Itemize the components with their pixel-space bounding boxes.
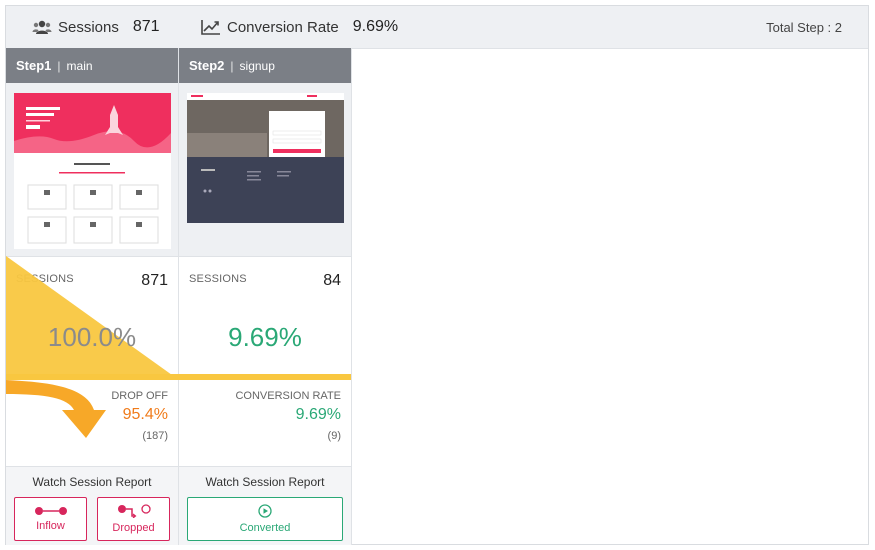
- step-sessions: SESSIONS 871: [6, 256, 178, 372]
- page-thumbnail-area: [6, 83, 178, 256]
- conversion-count: (9): [327, 430, 341, 442]
- converted-button[interactable]: Converted: [187, 497, 343, 541]
- sessions-count: 84: [323, 272, 341, 289]
- drop-off-percent: 95.4%: [122, 406, 168, 423]
- dropped-icon: [117, 504, 151, 518]
- session-report-section: Watch Session Report Converted: [179, 466, 351, 545]
- total-step-count: Total Step : 2: [766, 19, 842, 35]
- drop-off-metric: DROP OFF 95.4% (187): [6, 378, 178, 466]
- step-sessions: SESSIONS 84: [179, 256, 351, 372]
- step-label: Step2: [189, 58, 225, 73]
- inflow-icon: [34, 507, 67, 515]
- step-header: Step2 | signup: [179, 48, 351, 83]
- conversion-summary-value: 9.69%: [352, 18, 399, 35]
- conversion-summary-label: Conversion Rate: [227, 18, 339, 36]
- sessions-label: SESSIONS: [16, 273, 74, 285]
- session-report-section: Watch Session Report Inflow Dropped: [6, 466, 178, 545]
- inflow-button[interactable]: Inflow: [14, 497, 87, 541]
- inflow-button-label: Inflow: [36, 520, 65, 532]
- sessions-summary-value: 871: [132, 18, 160, 35]
- session-report-title: Watch Session Report: [32, 475, 152, 489]
- sessions-count: 871: [141, 272, 168, 289]
- conversion-summary: Conversion Rate 9.69%: [201, 6, 398, 48]
- step-label: Step1: [16, 58, 52, 73]
- drop-off-count: (187): [142, 430, 168, 442]
- page-thumbnail-area: [179, 83, 351, 256]
- conversion-rate-metric: CONVERSION RATE 9.69% (9): [179, 378, 351, 466]
- step-page-name: main: [66, 58, 93, 73]
- page-thumbnail-signup[interactable]: [187, 93, 344, 223]
- play-circle-icon: [258, 504, 272, 518]
- dropped-button[interactable]: Dropped: [97, 497, 170, 541]
- session-report-title: Watch Session Report: [205, 475, 325, 489]
- step-page-name: signup: [239, 58, 275, 73]
- step-column-1: Step1 | main SESSIONS 871 DROP OFF 95.4%…: [6, 48, 179, 545]
- sessions-label: SESSIONS: [189, 273, 247, 285]
- funnel-report-panel: Sessions 871 Conversion Rate 9.69% Total…: [5, 5, 869, 545]
- converted-button-label: Converted: [239, 522, 291, 534]
- page-thumbnail-main[interactable]: [14, 93, 171, 249]
- drop-off-label: DROP OFF: [111, 390, 168, 402]
- header-divider: |: [57, 58, 61, 73]
- header-divider: |: [230, 58, 234, 73]
- conversion-rate-percent: 9.69%: [295, 406, 341, 423]
- conversion-rate-label: CONVERSION RATE: [235, 390, 341, 402]
- dropped-button-label: Dropped: [112, 522, 155, 534]
- sessions-summary-label: Sessions: [58, 18, 119, 36]
- trend-chart-icon: [201, 20, 220, 35]
- users-icon: [32, 20, 52, 34]
- sessions-summary: Sessions 871: [32, 6, 160, 48]
- step-column-2: Step2 | signup SESSIONS 84 CONVERSION RA…: [179, 48, 352, 545]
- summary-bar: Sessions 871 Conversion Rate 9.69% Total…: [6, 6, 868, 49]
- step-header: Step1 | main: [6, 48, 178, 83]
